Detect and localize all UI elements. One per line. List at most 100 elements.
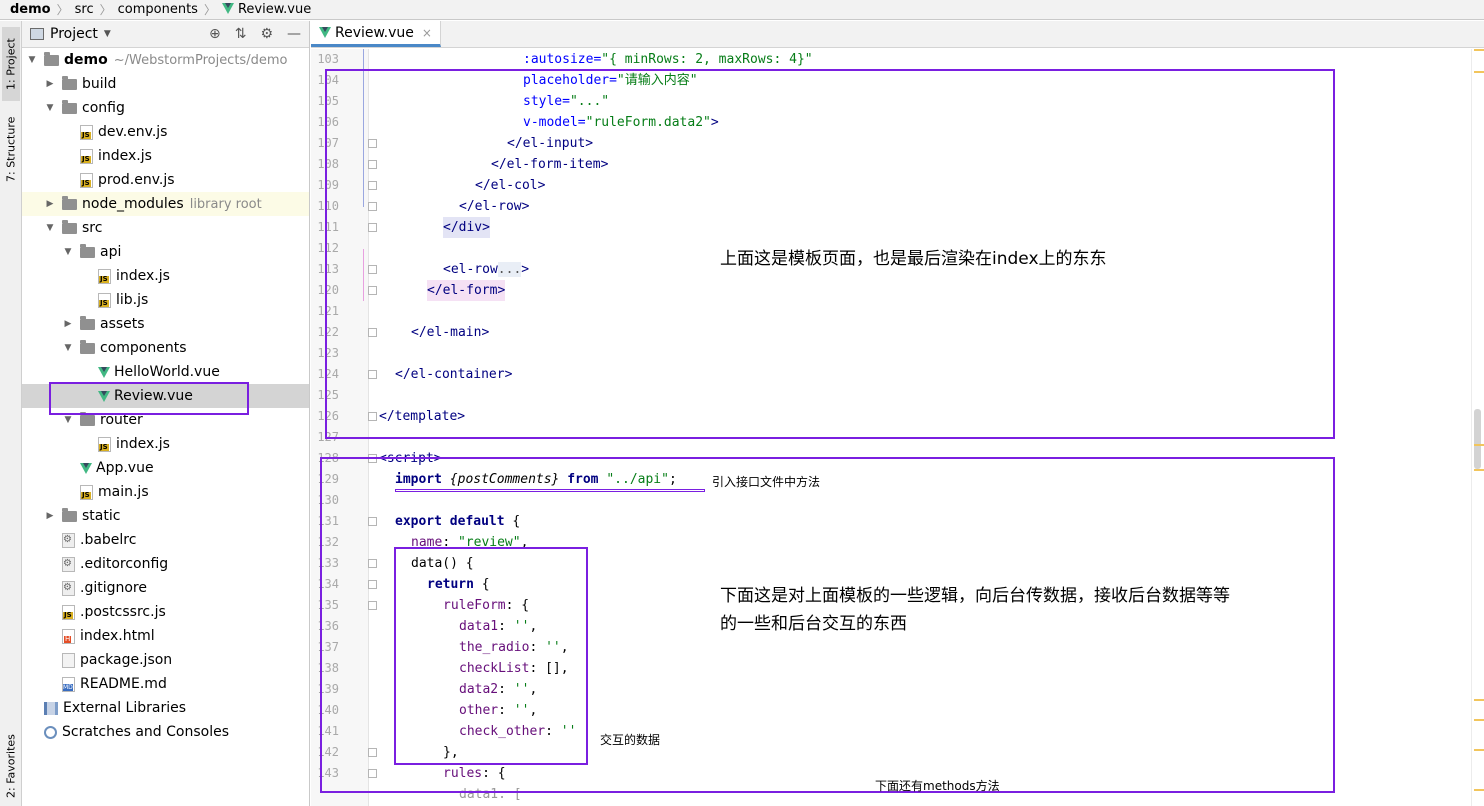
- collapse-all-icon[interactable]: ⇅: [235, 26, 247, 42]
- expanded-arrow-icon[interactable]: ▼: [62, 343, 74, 353]
- tree-item-dev-env[interactable]: dev.env.js: [22, 120, 309, 144]
- tree-item-api-index[interactable]: index.js: [22, 264, 309, 288]
- close-icon[interactable]: ×: [422, 26, 432, 40]
- tree-item-index-html[interactable]: index.html: [22, 624, 309, 648]
- folder-icon: [80, 339, 95, 354]
- warning-marker[interactable]: [1474, 71, 1484, 73]
- vue-file-icon: [221, 3, 234, 14]
- html-file-icon: [62, 628, 75, 644]
- favorites-tool-tab[interactable]: 2: Favorites: [2, 731, 20, 801]
- structure-tool-tab[interactable]: 7: Structure: [2, 113, 20, 185]
- tree-item-postcssrc[interactable]: .postcssrc.js: [22, 600, 309, 624]
- locate-icon[interactable]: ⊕: [209, 26, 221, 42]
- breadcrumb-separator-icon: 〉: [203, 3, 216, 17]
- config-file-icon: [62, 580, 75, 596]
- gear-icon[interactable]: ⚙: [260, 26, 273, 42]
- scratches-icon: [44, 725, 57, 739]
- js-file-icon: [98, 268, 111, 284]
- warning-marker[interactable]: [1474, 444, 1484, 446]
- tree-item-api[interactable]: ▼ api: [22, 240, 309, 264]
- data-annotation-note: 交互的数据: [600, 733, 661, 747]
- folder-icon: [80, 243, 95, 258]
- breadcrumb-file[interactable]: Review.vue: [218, 2, 315, 17]
- vue-file-icon: [80, 462, 92, 474]
- tree-item-router-index[interactable]: index.js: [22, 432, 309, 456]
- tree-item-app[interactable]: App.vue: [22, 456, 309, 480]
- tree-item-babelrc[interactable]: .babelrc: [22, 528, 309, 552]
- collapsed-arrow-icon[interactable]: ▶: [44, 199, 56, 209]
- code-editor: Review.vue × 103:autosize="{ minRows: 2,…: [311, 21, 1484, 806]
- warning-marker[interactable]: [1474, 719, 1484, 721]
- tree-item-src[interactable]: ▼ src: [22, 216, 309, 240]
- template-annotation-note: 上面这是模板页面，也是最后渲染在index上的东东: [720, 249, 1107, 269]
- folder-icon: [62, 219, 77, 234]
- tree-item-config[interactable]: ▼ config: [22, 96, 309, 120]
- breadcrumb-separator-icon: 〉: [99, 3, 112, 17]
- tree-item-config-index[interactable]: index.js: [22, 144, 309, 168]
- expanded-arrow-icon[interactable]: ▼: [62, 415, 74, 425]
- editor-marker-strip[interactable]: [1471, 49, 1484, 806]
- tree-item-scratches[interactable]: Scratches and Consoles: [22, 720, 309, 744]
- libraries-icon: [44, 701, 58, 715]
- tree-item-prod-env[interactable]: prod.env.js: [22, 168, 309, 192]
- tree-item-components[interactable]: ▼ components: [22, 336, 309, 360]
- tree-item-static[interactable]: ▶ static: [22, 504, 309, 528]
- review-file-highlight-box: [49, 382, 249, 415]
- breadcrumb-demo[interactable]: demo: [10, 2, 55, 17]
- json-file-icon: [62, 652, 75, 668]
- tree-item-external-libraries[interactable]: External Libraries: [22, 696, 309, 720]
- import-annotation-note: 引入接口文件中方法: [712, 475, 821, 489]
- scrollbar-thumb[interactable]: [1474, 409, 1481, 469]
- tree-item-readme[interactable]: README.md: [22, 672, 309, 696]
- folder-icon: [80, 411, 95, 426]
- collapsed-arrow-icon[interactable]: ▶: [44, 79, 56, 89]
- config-file-icon: [62, 556, 75, 572]
- tree-item-editorconfig[interactable]: .editorconfig: [22, 552, 309, 576]
- folder-icon: [44, 51, 59, 66]
- warning-marker[interactable]: [1474, 49, 1484, 51]
- warning-marker[interactable]: [1474, 749, 1484, 751]
- tab-review-vue[interactable]: Review.vue ×: [311, 21, 441, 47]
- breadcrumb-components[interactable]: components: [114, 2, 202, 17]
- js-file-icon: [80, 148, 93, 164]
- js-file-icon: [80, 172, 93, 188]
- expanded-arrow-icon[interactable]: ▼: [44, 223, 56, 233]
- expanded-arrow-icon[interactable]: ▼: [62, 247, 74, 257]
- tab-label: Review.vue: [335, 24, 414, 41]
- js-file-icon: [80, 484, 93, 500]
- dropdown-arrow-icon[interactable]: ▼: [104, 29, 111, 39]
- config-file-icon: [62, 532, 75, 548]
- warning-marker[interactable]: [1474, 789, 1484, 791]
- code-area[interactable]: 103:autosize="{ minRows: 2, maxRows: 4}"…: [311, 49, 1471, 806]
- warning-marker[interactable]: [1474, 699, 1484, 701]
- expanded-arrow-icon[interactable]: ▼: [26, 55, 38, 65]
- tree-item-lib[interactable]: lib.js: [22, 288, 309, 312]
- project-tool-tab[interactable]: 1: Project: [2, 27, 20, 101]
- tree-item-demo[interactable]: ▼ demo ~/WebstormProjects/demo: [22, 48, 309, 72]
- tree-item-gitignore[interactable]: .gitignore: [22, 576, 309, 600]
- minimize-icon[interactable]: —: [287, 26, 301, 42]
- js-file-icon: [98, 292, 111, 308]
- breadcrumb-src[interactable]: src: [71, 2, 98, 17]
- tree-item-assets[interactable]: ▶ assets: [22, 312, 309, 336]
- script-annotation-note-2: 的一些和后台交互的东西: [720, 614, 907, 634]
- script-annotation-note-1: 下面这是对上面模板的一些逻辑，向后台传数据，接收后台数据等等: [720, 586, 1230, 606]
- tree-item-package-json[interactable]: package.json: [22, 648, 309, 672]
- folder-icon: [80, 315, 95, 330]
- tree-item-node-modules[interactable]: ▶ node_modules library root: [22, 192, 309, 216]
- breadcrumb-file-label: Review.vue: [237, 2, 312, 17]
- project-panel-title[interactable]: Project: [50, 26, 98, 42]
- tree-item-helloworld[interactable]: HelloWorld.vue: [22, 360, 309, 384]
- js-file-icon: [80, 124, 93, 140]
- tree-item-main[interactable]: main.js: [22, 480, 309, 504]
- expanded-arrow-icon[interactable]: ▼: [44, 103, 56, 113]
- warning-marker[interactable]: [1474, 469, 1484, 471]
- folder-icon: [62, 195, 77, 210]
- vue-file-icon: [98, 366, 110, 378]
- methods-annotation-note: 下面还有methods方法: [875, 779, 1000, 793]
- tree-item-build[interactable]: ▶ build: [22, 72, 309, 96]
- collapsed-arrow-icon[interactable]: ▶: [62, 319, 74, 329]
- collapsed-arrow-icon[interactable]: ▶: [44, 511, 56, 521]
- editor-tab-bar: Review.vue ×: [311, 21, 1484, 48]
- navigation-breadcrumb: demo 〉 src 〉 components 〉 Review.vue: [0, 0, 1484, 20]
